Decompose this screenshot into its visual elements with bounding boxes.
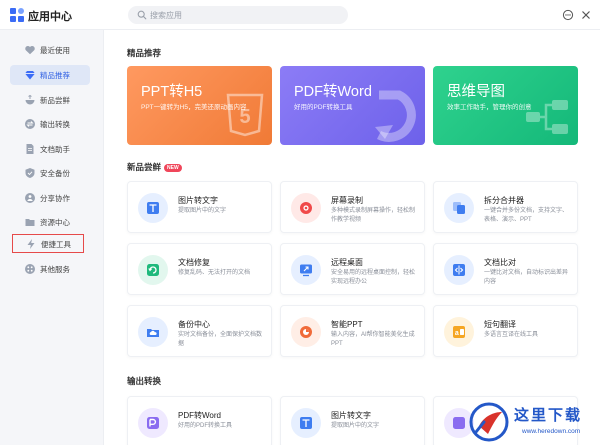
sidebar-item-other[interactable]: 其他服务 <box>10 259 90 279</box>
folder-icon <box>25 219 35 226</box>
main-content: 精品推荐 PPT转H5 PPT一键转为H5，完美还原动画内容 5 PDF转Wor… <box>104 30 600 445</box>
sidebar-item-featured[interactable]: 精品推荐 <box>10 65 90 85</box>
sidebar-item-share[interactable]: 分享协作 <box>10 188 90 208</box>
section-title-featured: 精品推荐 <box>127 48 162 58</box>
app-title: 应用中心 <box>28 11 72 23</box>
section-title-output: 输出转换 <box>127 376 162 386</box>
search-box[interactable] <box>128 6 348 24</box>
sidebar-item-new[interactable]: 新品尝鲜 <box>10 90 90 110</box>
bowl-icon <box>25 94 35 105</box>
app-logo-icon <box>10 8 24 22</box>
sidebar-item-output[interactable]: 输出转换 <box>10 114 90 134</box>
search-input[interactable] <box>150 6 340 24</box>
mind-map-icon <box>526 100 568 134</box>
image-to-text-icon <box>291 408 321 438</box>
new-badge: NEW <box>164 164 182 172</box>
grid-icon <box>25 264 35 274</box>
app-card-doc-compare[interactable]: 文档比对 一键比对文档，自动标识出差异内容 <box>433 243 578 295</box>
translate-icon: a <box>444 317 474 347</box>
share-icon <box>25 193 35 203</box>
banner-ppt-to-h5[interactable]: PPT转H5 PPT一键转为H5，完美还原动画内容 5 <box>127 66 272 145</box>
sidebar-item-security[interactable]: 安全备份 <box>10 163 90 183</box>
sidebar-item-resources[interactable]: 资源中心 <box>10 212 90 232</box>
image-to-text-icon <box>138 193 168 223</box>
html5-icon: 5 <box>226 93 264 137</box>
document-icon <box>26 144 34 154</box>
shield-icon <box>25 168 35 178</box>
banner-pdf-to-word[interactable]: PDF转Word 好用的PDF转换工具 <box>280 66 425 145</box>
pdf-word-icon <box>138 408 168 438</box>
sidebar-item-recent[interactable]: 最近使用 <box>10 40 90 60</box>
app-card-translate[interactable]: a 短句翻译 多语言互译在线工具 <box>433 305 578 357</box>
sidebar: 最近使用 精品推荐 新品尝鲜 输出转换 文档助手 安全备份 分享协作 资源中心 … <box>0 30 104 445</box>
app-card-pdf-to-word[interactable]: PDF转Word 好用的PDF转换工具 <box>127 396 272 445</box>
heart-icon <box>25 45 35 55</box>
title-bar: 应用中心 <box>0 0 600 30</box>
convert-icon <box>25 119 35 129</box>
cloud-icon <box>138 317 168 347</box>
banner-mind-map[interactable]: 思维导图 效率工作助手，管理你的创意 <box>433 66 578 145</box>
compare-icon <box>444 255 474 285</box>
watermark: 这里下载 www.heredown.com <box>466 398 600 445</box>
search-icon <box>137 10 147 20</box>
lightning-icon <box>27 239 35 249</box>
repair-icon <box>138 255 168 285</box>
sidebar-item-doc-assistant[interactable]: 文档助手 <box>10 139 90 159</box>
section-title-new: 新品尝鲜 NEW <box>127 161 182 173</box>
app-card-doc-repair[interactable]: 文档修复 修复乱码、无法打开的文档 <box>127 243 272 295</box>
watermark-logo-icon <box>469 402 509 442</box>
close-icon[interactable] <box>580 9 592 21</box>
record-icon <box>291 193 321 223</box>
app-card-image-to-text-2[interactable]: 图片转文字 提取图片中的文字 <box>280 396 425 445</box>
smart-ppt-icon <box>291 317 321 347</box>
app-card-image-to-text[interactable]: 图片转文字 提取图片中的文字 <box>127 181 272 233</box>
app-card-remote-desktop[interactable]: 远程桌面 安全易用的远程桌面控制，轻松实现远程办公 <box>280 243 425 295</box>
app-card-backup-center[interactable]: 备份中心 实时文档备份，全面保护文档数据 <box>127 305 272 357</box>
split-merge-icon <box>444 193 474 223</box>
app-card-split-merge[interactable]: 拆分合并器 一键合并多份文档，支持文字、表格、演示、PPT <box>433 181 578 233</box>
svg-text:5: 5 <box>239 106 250 128</box>
app-card-screen-record[interactable]: 屏幕录制 多种模式录制屏幕操作，轻松制作教学视频 <box>280 181 425 233</box>
sidebar-item-tools[interactable]: 便捷工具 <box>12 234 84 253</box>
feedback-icon[interactable] <box>562 9 574 21</box>
diamond-icon <box>25 71 35 80</box>
svg-text:a: a <box>455 330 459 337</box>
convert-arrow-icon <box>375 90 416 142</box>
remote-desktop-icon <box>291 255 321 285</box>
app-card-smart-ppt[interactable]: 智能PPT 输入内容，AI帮你智能美化生成PPT <box>280 305 425 357</box>
